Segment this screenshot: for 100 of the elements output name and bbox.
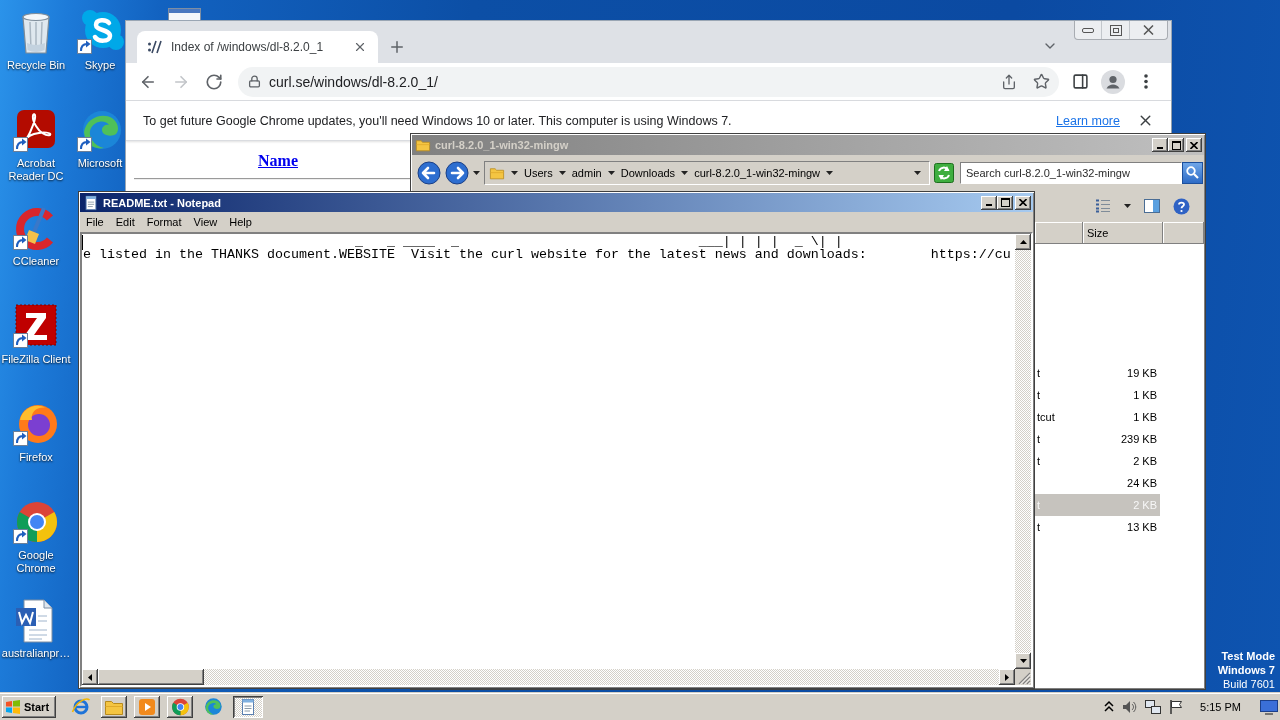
help-icon[interactable] bbox=[1173, 197, 1190, 215]
file-row[interactable]: tcut 1 KB bbox=[1035, 406, 1160, 428]
file-row[interactable]: t 19 KB bbox=[1035, 362, 1160, 384]
scrollbar-thumb[interactable] bbox=[98, 669, 204, 685]
table-cell-text: 2 KB bbox=[1132, 455, 1158, 467]
close-icon bbox=[1019, 199, 1027, 206]
icon-label[interactable]: Recycle Bin bbox=[6, 59, 66, 72]
icon-label[interactable]: CCleaner bbox=[12, 255, 60, 268]
table-cell-text: 19 KB bbox=[1126, 367, 1158, 379]
start-button[interactable]: Start bbox=[2, 696, 56, 718]
breadcrumb-bar[interactable]: Users admin Downloads curl-8.2.0_1-win32-mingw bbox=[484, 160, 930, 185]
breadcrumb-item[interactable]: curl-8.2.0_1-win32-mingw bbox=[694, 166, 821, 179]
speaker-icon[interactable] bbox=[1122, 699, 1139, 715]
wave-logo-icon bbox=[203, 697, 223, 717]
build-number-text: Build 7601 bbox=[1223, 677, 1275, 691]
favicon-icon bbox=[147, 39, 163, 55]
dropdown-arrow-icon[interactable] bbox=[473, 170, 480, 175]
icon-label[interactable]: Skype bbox=[84, 59, 116, 72]
maximize-button[interactable] bbox=[997, 195, 1013, 210]
scroll-up-button[interactable] bbox=[1015, 234, 1031, 250]
file-row[interactable]: 24 KB bbox=[1035, 472, 1160, 494]
table-cell-text: 1 KB bbox=[1132, 411, 1158, 423]
z-logo-icon[interactable] bbox=[12, 302, 60, 350]
icon-label[interactable]: Acrobat Reader DC bbox=[0, 157, 73, 183]
taskbar-button[interactable] bbox=[167, 696, 193, 718]
breadcrumb-arrow-icon[interactable] bbox=[607, 170, 615, 175]
menu-item[interactable]: File bbox=[80, 216, 110, 228]
icon-label[interactable]: Firefox bbox=[19, 451, 53, 464]
table-cell-text: 13 KB bbox=[1126, 521, 1158, 533]
icon-label[interactable]: australianpr… bbox=[1, 647, 71, 660]
close-button[interactable] bbox=[1186, 138, 1202, 152]
column-header[interactable] bbox=[1163, 222, 1204, 244]
file-row[interactable]: t 239 KB bbox=[1035, 428, 1160, 450]
taskbar-button[interactable] bbox=[101, 696, 127, 718]
minimize-button[interactable] bbox=[1152, 138, 1168, 152]
refresh-icon[interactable] bbox=[934, 162, 954, 183]
network-icon[interactable] bbox=[1145, 699, 1162, 715]
minimize-icon bbox=[1082, 27, 1094, 33]
preview-pane-icon[interactable] bbox=[1144, 199, 1160, 213]
file-row[interactable]: t 13 KB bbox=[1035, 516, 1160, 538]
menu-item[interactable]: Format bbox=[140, 216, 188, 228]
breadcrumb-arrow-icon[interactable] bbox=[681, 170, 689, 175]
icon-label[interactable]: FileZilla Client bbox=[1, 353, 71, 366]
file-row[interactable]: t 2 KB bbox=[1035, 450, 1160, 472]
details-view-icon[interactable] bbox=[1095, 199, 1111, 213]
menu-item[interactable]: Help bbox=[223, 216, 258, 228]
window-title: README.txt - Notepad bbox=[103, 196, 221, 209]
scroll-left-button[interactable] bbox=[82, 669, 98, 685]
chrome-logo-icon bbox=[170, 697, 190, 717]
table-cell-text: t bbox=[1036, 389, 1042, 401]
s-logo-icon[interactable] bbox=[76, 8, 124, 56]
folder-icon bbox=[104, 698, 124, 716]
icon-label[interactable]: Microsoft bbox=[77, 157, 123, 170]
learn-more-link[interactable]: Learn more bbox=[1056, 113, 1120, 128]
restore-icon bbox=[1109, 24, 1122, 36]
breadcrumb-arrow-icon[interactable] bbox=[511, 170, 518, 175]
table-cell-text: 2 KB bbox=[1132, 499, 1158, 511]
breadcrumb-item[interactable]: Downloads bbox=[620, 166, 676, 179]
breadcrumb-item[interactable]: admin bbox=[571, 166, 602, 179]
table-cell-text: t bbox=[1036, 433, 1042, 445]
breadcrumb-arrow-icon[interactable] bbox=[558, 170, 566, 175]
column-header[interactable]: Size bbox=[1083, 222, 1163, 244]
monitor-icon[interactable] bbox=[1260, 699, 1278, 715]
search-button[interactable] bbox=[1182, 161, 1203, 184]
breadcrumb-arrow-icon[interactable] bbox=[826, 170, 834, 175]
close-icon bbox=[1143, 25, 1154, 35]
text-cursor bbox=[82, 235, 83, 250]
taskbar-button[interactable] bbox=[233, 696, 263, 718]
menu-item[interactable]: Edit bbox=[109, 216, 141, 228]
address-bar[interactable]: curl.se/windows/dl-8.2.0_1/ bbox=[238, 66, 1059, 97]
maximize-icon bbox=[1000, 198, 1010, 207]
icon-label[interactable]: Google Chrome bbox=[0, 549, 73, 575]
dropdown-arrow-icon[interactable] bbox=[914, 170, 921, 175]
table-cell-text: 24 KB bbox=[1126, 477, 1158, 489]
size-grip-icon[interactable] bbox=[1017, 671, 1031, 685]
view-dropdown-icon[interactable] bbox=[1124, 204, 1131, 208]
lock-icon bbox=[248, 75, 261, 88]
table-cell-text: 239 KB bbox=[1119, 433, 1158, 445]
share-icon bbox=[1001, 73, 1017, 90]
search-icon bbox=[1186, 166, 1199, 179]
flag-icon[interactable] bbox=[1168, 699, 1185, 715]
up-triangle-icon bbox=[1019, 240, 1027, 244]
taskbar-button[interactable] bbox=[134, 696, 160, 718]
play-icon bbox=[138, 698, 156, 716]
browser-tab[interactable]: Index of /windows/dl-8.2.0_1 bbox=[137, 31, 378, 63]
minimize-button[interactable] bbox=[981, 195, 997, 210]
search-field[interactable]: Search curl-8.2.0_1-win32-mingw bbox=[960, 161, 1182, 184]
close-button[interactable] bbox=[1015, 195, 1031, 210]
maximize-button[interactable] bbox=[1168, 138, 1184, 152]
column-header-link[interactable]: Name bbox=[258, 152, 298, 169]
table-cell-text: tcut bbox=[1036, 411, 1056, 423]
column-header[interactable] bbox=[1035, 222, 1083, 244]
reload-icon bbox=[205, 72, 223, 91]
file-row[interactable]: t 1 KB bbox=[1035, 384, 1160, 406]
scroll-down-button[interactable] bbox=[1015, 653, 1031, 669]
scroll-right-button[interactable] bbox=[999, 669, 1015, 685]
folder-icon bbox=[415, 138, 431, 152]
breadcrumb-item[interactable]: Users bbox=[524, 166, 553, 179]
menu-item[interactable]: View bbox=[187, 216, 224, 228]
window-title: curl-8.2.0_1-win32-mingw bbox=[435, 139, 569, 151]
